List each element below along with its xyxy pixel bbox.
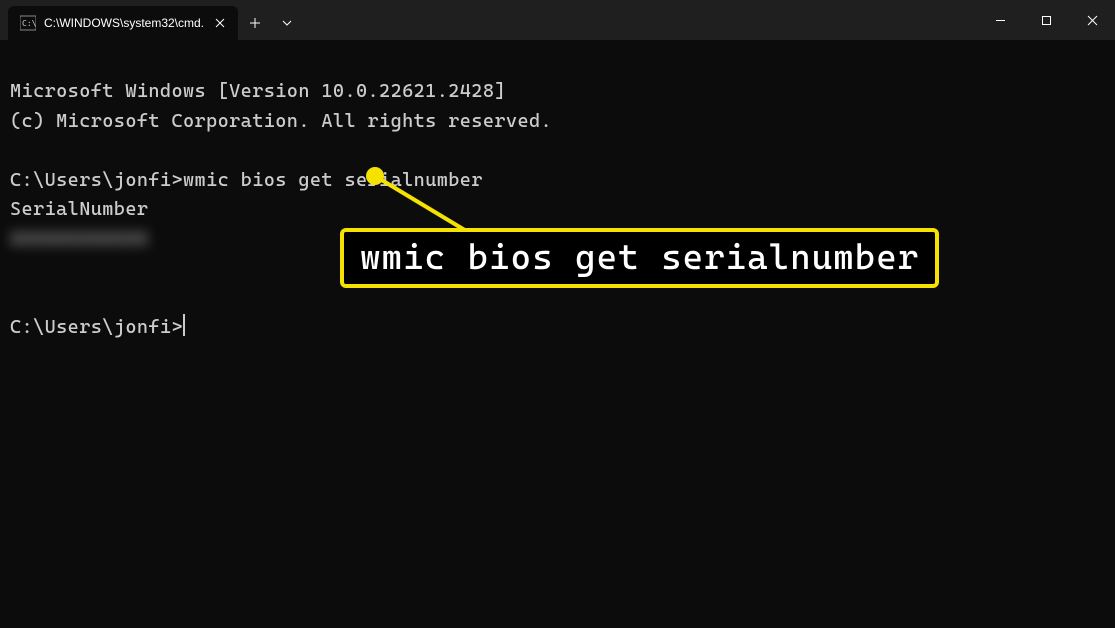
banner-line-1: Microsoft Windows [Version 10.0.22621.24… — [10, 80, 506, 102]
terminal-content[interactable]: Microsoft Windows [Version 10.0.22621.24… — [0, 40, 1115, 350]
minimize-button[interactable] — [977, 0, 1023, 40]
cmd-icon: C:\ — [20, 15, 36, 31]
new-tab-button[interactable] — [238, 6, 272, 40]
prompt-2: C:\Users\jonfi> — [10, 316, 183, 338]
text-cursor — [183, 314, 185, 336]
serial-number-masked: XXXXXXXXXXXX — [10, 225, 148, 254]
command-1: wmic bios get serialnumber — [183, 169, 483, 191]
callout-text: wmic bios get serialnumber — [360, 238, 919, 278]
tab-dropdown-button[interactable] — [272, 6, 302, 40]
callout-box: wmic bios get serialnumber — [340, 228, 939, 288]
titlebar: C:\ C:\WINDOWS\system32\cmd. — [0, 0, 1115, 40]
prompt-1: C:\Users\jonfi> — [10, 169, 183, 191]
maximize-button[interactable] — [1023, 0, 1069, 40]
output-header: SerialNumber — [10, 198, 148, 220]
titlebar-left: C:\ C:\WINDOWS\system32\cmd. — [0, 0, 302, 40]
tab-title: C:\WINDOWS\system32\cmd. — [44, 16, 204, 30]
tab-close-button[interactable] — [212, 15, 228, 31]
window-controls — [977, 0, 1115, 40]
close-window-button[interactable] — [1069, 0, 1115, 40]
active-tab[interactable]: C:\ C:\WINDOWS\system32\cmd. — [8, 6, 238, 40]
svg-text:C:\: C:\ — [22, 19, 36, 28]
banner-line-2: (c) Microsoft Corporation. All rights re… — [10, 110, 552, 132]
